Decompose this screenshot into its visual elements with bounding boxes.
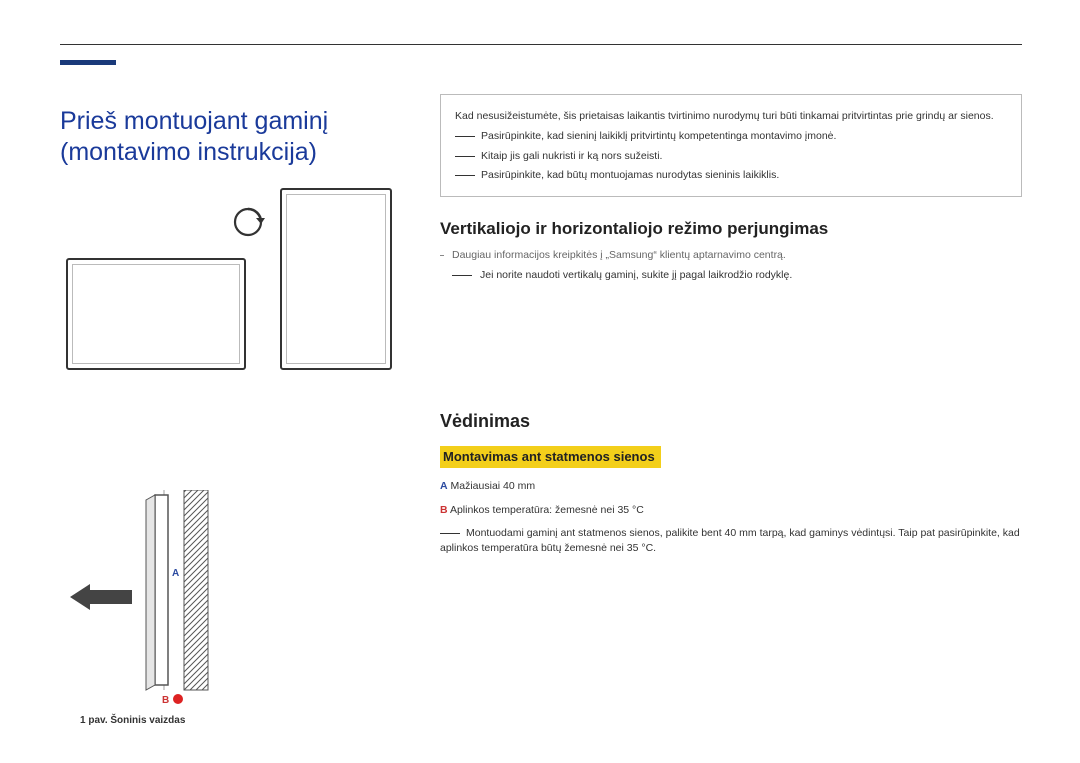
section-vent-subheading: Montavimas ant statmenos sienos (440, 446, 661, 468)
right-column: Kad nesusižeistumėte, šis prietaisas lai… (440, 94, 1022, 557)
orientation-figure (60, 188, 360, 378)
landscape-rect (66, 258, 246, 370)
vent-note-text: Montuodami gaminį ant statmenos sienos, … (440, 527, 1020, 555)
spec-a-val: Mažiausiai 40 mm (451, 480, 536, 492)
figure-caption: 1 pav. Šoninis vaizdas (80, 715, 185, 726)
warning-note-1-text: Pasirūpinkite, kad sieninį laikiklį prit… (481, 130, 836, 142)
warning-box: Kad nesusižeistumėte, šis prietaisas lai… (440, 94, 1022, 197)
spec-row-a: A Mažiausiai 40 mm (440, 480, 1022, 492)
warning-line: Kad nesusižeistumėte, šis prietaisas lai… (455, 109, 1007, 125)
rotate-info-bullet: Daugiau informacijos kreipkitės į „Samsu… (440, 249, 1022, 261)
note-glyph-icon: ―― (455, 151, 475, 162)
note-glyph-icon: ―― (452, 270, 472, 281)
warning-note-2-text: Kitaip jis gali nukristi ir ką nors suže… (481, 150, 662, 162)
warning-note-3: ―― Pasirūpinkite, kad būtų montuojamas nu… (455, 168, 1007, 184)
note-glyph-icon: ―― (455, 131, 475, 142)
spec-b-key: B (440, 504, 448, 516)
warning-note-2: ―― Kitaip jis gali nukristi ir ką nors su… (455, 149, 1007, 165)
spec-row-b: B Aplinkos temperatūra: žemesnė nei 35 °… (440, 504, 1022, 516)
section-rotate-heading: Vertikaliojo ir horizontaliojo režimo pe… (440, 219, 1022, 239)
page-top-accent (60, 60, 116, 65)
note-glyph-icon: ―― (440, 528, 460, 539)
warning-note-3-text: Pasirūpinkite, kad būtų montuojamas nuro… (481, 169, 779, 181)
arrow-left-icon (70, 584, 132, 610)
page-title: Prieš montuojant gaminį (montavimo instr… (60, 106, 420, 169)
side-view-figure: A B 1 pav. Šoninis vaizdas (60, 490, 240, 750)
note-glyph-icon: ―― (455, 170, 475, 181)
rotate-cw-icon (228, 202, 268, 242)
section-vent-heading: Vėdinimas (440, 411, 1022, 432)
label-a: A (172, 568, 179, 579)
spec-b-val: Aplinkos temperatūra: žemesnė nei 35 °C (450, 504, 644, 516)
warning-note-1: ―― Pasirūpinkite, kad sieninį laikiklį pr… (455, 129, 1007, 145)
label-b: B (162, 695, 169, 706)
rotate-note: ―― Jei norite naudoti vertikalų gaminį, s… (440, 269, 1022, 281)
page-top-rule (60, 44, 1022, 45)
portrait-rect (280, 188, 392, 370)
spec-a-key: A (440, 480, 448, 492)
rotate-note-text: Jei norite naudoti vertikalų gaminį, suk… (480, 269, 792, 281)
vent-note: ――Montuodami gaminį ant statmenos sienos… (440, 526, 1022, 558)
